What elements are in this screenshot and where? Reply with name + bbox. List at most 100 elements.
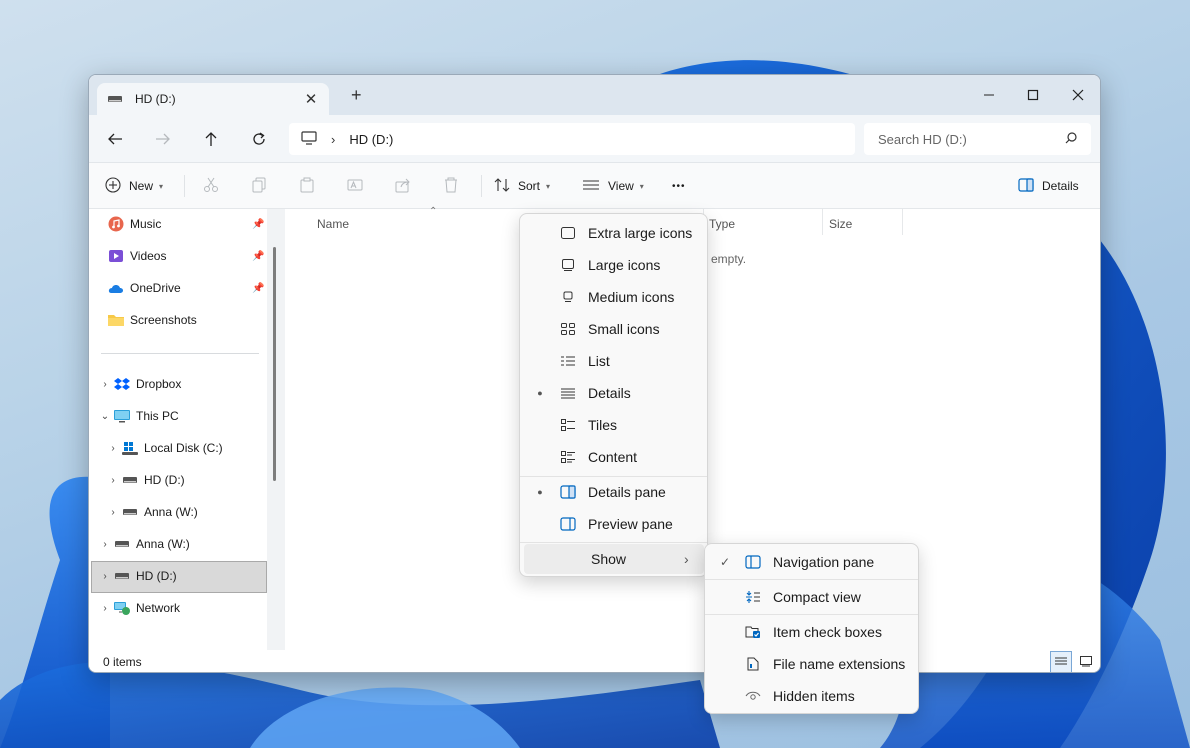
sidebar-item-anna-w[interactable]: › Anna (W:) (105, 497, 197, 527)
sidebar-item-hd-d[interactable]: › HD (D:) (105, 465, 184, 495)
new-tab-button[interactable]: + (351, 85, 362, 106)
menu-item-details[interactable]: ● Details (524, 378, 704, 408)
large-icons-icon (556, 256, 580, 274)
close-window-button[interactable] (1055, 81, 1100, 109)
chevron-right-icon: › (331, 131, 336, 147)
pin-icon: 📌 (252, 219, 265, 230)
address-segment[interactable]: HD (D:) (349, 132, 393, 147)
sidebar-item-hd-d-root[interactable]: › HD (D:) (97, 561, 176, 591)
check-boxes-icon (741, 623, 765, 641)
menu-divider (705, 579, 918, 580)
content-icon (556, 448, 580, 466)
pin-icon: 📌 (252, 283, 265, 294)
chevron-right-icon[interactable]: › (97, 571, 113, 582)
chevron-right-icon[interactable]: › (97, 539, 113, 550)
up-button[interactable] (197, 127, 225, 151)
chevron-right-icon[interactable]: › (105, 443, 121, 454)
details-pane-button[interactable]: Details (1018, 174, 1079, 198)
search-box[interactable]: Search HD (D:) (864, 123, 1091, 155)
sidebar-scrollbar[interactable] (273, 247, 276, 481)
menu-item-compact-view[interactable]: Compact view (709, 582, 915, 612)
view-button[interactable]: View ▾ (582, 174, 644, 198)
rename-button[interactable] (347, 174, 363, 198)
menu-item-medium-icons[interactable]: Medium icons (524, 282, 704, 312)
chevron-down-icon[interactable]: ⌄ (97, 411, 113, 422)
address-field[interactable]: › HD (D:) (289, 123, 855, 155)
drive-icon (121, 504, 139, 520)
sidebar-item-dropbox[interactable]: › Dropbox (97, 369, 181, 399)
plus-circle-icon (105, 176, 121, 196)
sidebar-item-videos[interactable]: Videos (107, 241, 166, 271)
menu-item-item-check-boxes[interactable]: Item check boxes (709, 617, 915, 647)
trash-icon (443, 177, 459, 196)
delete-button[interactable] (443, 174, 459, 198)
menu-item-label: Details pane (588, 484, 666, 500)
minimize-button[interactable] (966, 81, 1012, 109)
menu-item-show[interactable]: Show › (524, 544, 704, 574)
menu-item-extra-large-icons[interactable]: Extra large icons (524, 218, 704, 248)
column-divider[interactable] (902, 209, 903, 235)
forward-button[interactable] (149, 127, 177, 151)
sidebar-item-label: Dropbox (136, 377, 182, 391)
menu-item-small-icons[interactable]: Small icons (524, 314, 704, 344)
close-tab-button[interactable]: ✕ (303, 90, 319, 108)
onedrive-icon (107, 280, 125, 296)
chevron-right-icon[interactable]: › (105, 475, 121, 486)
menu-item-list[interactable]: List (524, 346, 704, 376)
menu-item-large-icons[interactable]: Large icons (524, 250, 704, 280)
details-pane-icon (1018, 177, 1034, 195)
column-divider[interactable] (822, 209, 823, 235)
column-header-name[interactable]: Name (317, 217, 349, 231)
refresh-button[interactable] (245, 127, 273, 151)
menu-item-label: Content (588, 449, 638, 465)
chevron-right-icon[interactable]: › (97, 603, 113, 614)
sidebar-item-label: This PC (136, 409, 179, 423)
tab-title: HD (D:) (135, 92, 176, 106)
details-view-toggle[interactable] (1050, 651, 1072, 672)
sidebar-item-screenshots[interactable]: Screenshots (107, 305, 197, 335)
tab-hd-d[interactable]: HD (D:) ✕ (97, 83, 329, 115)
more-options-button[interactable]: ••• (672, 174, 686, 198)
list-icon (556, 352, 580, 370)
paste-button[interactable] (299, 174, 315, 198)
rename-icon (347, 177, 363, 196)
chevron-right-icon[interactable]: › (97, 379, 113, 390)
command-bar: New ▾ Sort ▾ View ▾ ••• Details (89, 163, 1100, 209)
chevron-right-icon[interactable]: › (105, 507, 121, 518)
sidebar-item-anna-w-root[interactable]: › Anna (W:) (97, 529, 189, 559)
menu-item-tiles[interactable]: Tiles (524, 410, 704, 440)
checkmark-icon: ✓ (719, 555, 731, 569)
column-header-type[interactable]: Type (709, 217, 735, 231)
menu-item-label: List (588, 353, 610, 369)
sidebar-item-network[interactable]: › Network (97, 593, 180, 623)
address-row: › HD (D:) Search HD (D:) (89, 115, 1100, 163)
new-button[interactable]: New ▾ (105, 174, 163, 198)
maximize-button[interactable] (1010, 81, 1056, 109)
menu-item-navigation-pane[interactable]: ✓ Navigation pane (709, 547, 915, 577)
menu-item-label: Hidden items (773, 688, 855, 704)
menu-divider (705, 614, 918, 615)
menu-item-details-pane[interactable]: ● Details pane (524, 477, 704, 507)
column-header-size[interactable]: Size (829, 217, 852, 231)
menu-item-preview-pane[interactable]: Preview pane (524, 509, 704, 539)
menu-item-label: Tiles (588, 417, 618, 433)
sidebar-item-local-disk-c[interactable]: › Local Disk (C:) (105, 433, 223, 463)
sidebar-item-this-pc[interactable]: ⌄ This PC (97, 401, 179, 431)
details-view-icon (1054, 655, 1068, 670)
this-pc-icon (301, 130, 317, 148)
share-button[interactable] (395, 174, 411, 198)
menu-item-hidden-items[interactable]: Hidden items (709, 681, 915, 711)
menu-item-content[interactable]: Content (524, 442, 704, 472)
back-button[interactable] (101, 127, 129, 151)
copy-button[interactable] (251, 174, 267, 198)
dropbox-icon (113, 376, 131, 392)
divider (184, 175, 185, 197)
sidebar-item-music[interactable]: Music (107, 209, 161, 239)
sort-button[interactable]: Sort ▾ (494, 174, 550, 198)
new-label: New (129, 179, 154, 193)
menu-item-file-name-extensions[interactable]: File name extensions (709, 649, 915, 679)
sidebar-item-label: Local Disk (C:) (144, 441, 223, 455)
sidebar-item-onedrive[interactable]: OneDrive (107, 273, 181, 303)
cut-button[interactable] (203, 174, 219, 198)
large-icons-view-toggle[interactable] (1075, 651, 1097, 672)
